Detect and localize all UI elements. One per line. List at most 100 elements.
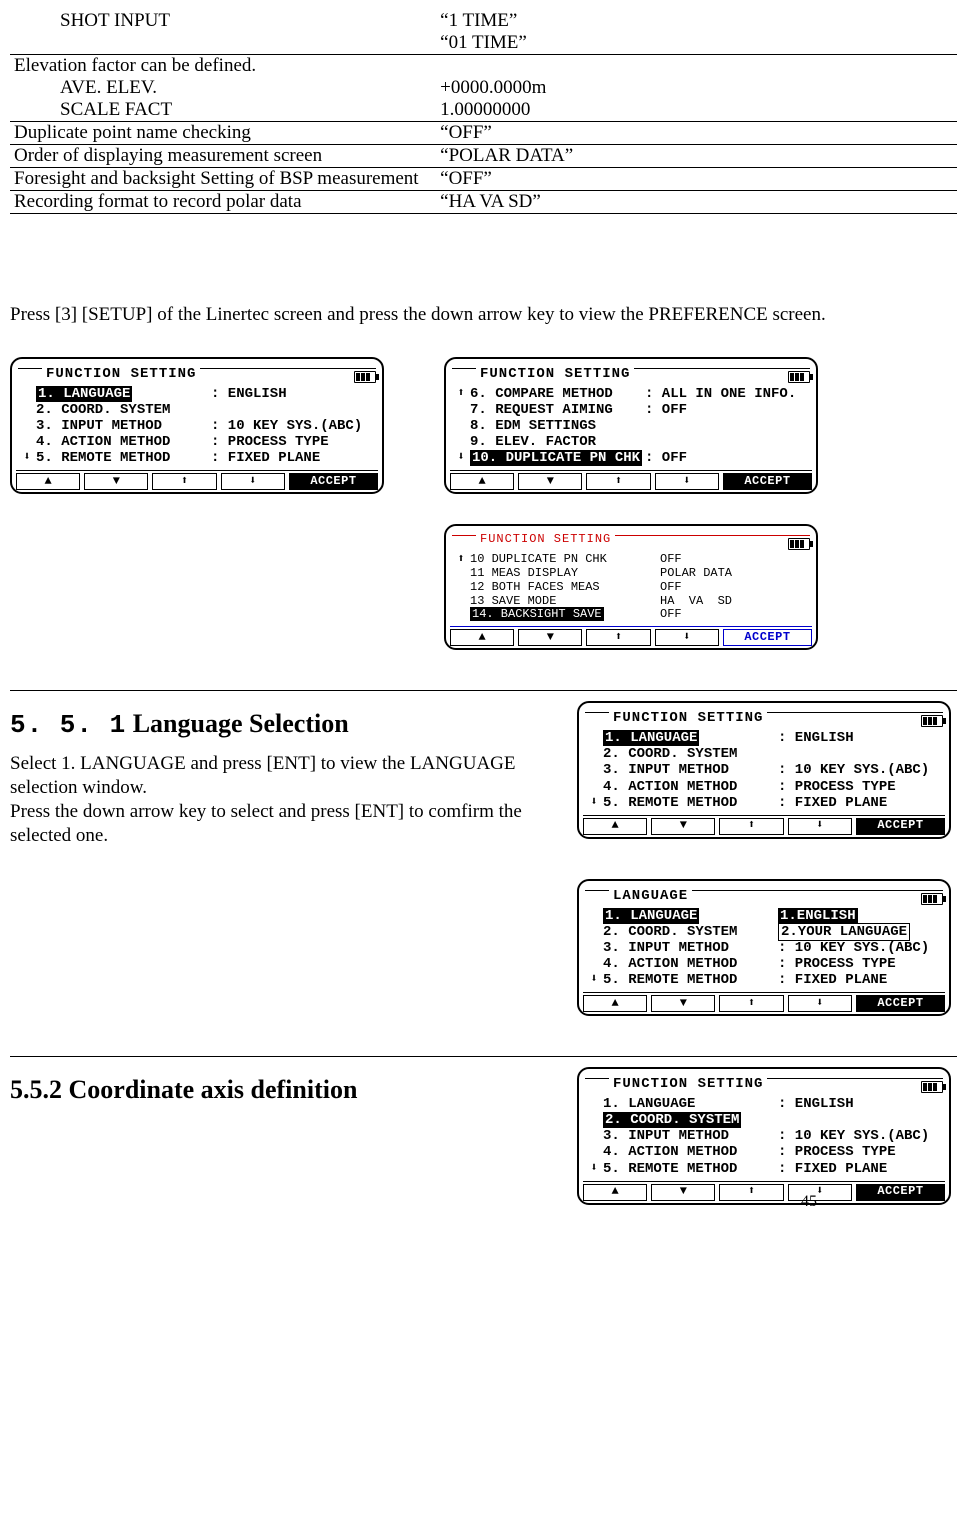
cell: SHOT INPUT bbox=[60, 10, 170, 31]
screens-row: FUNCTION SETTING1. LANGUAGE: ENGLISH2. C… bbox=[10, 357, 957, 650]
fkey-up-icon[interactable]: ▲ bbox=[583, 818, 647, 835]
section-551-heading: 5. 5. 1 Language Selection bbox=[10, 709, 557, 740]
settings-table: SHOT INPUT “1 TIME” “01 TIME” Elevation … bbox=[10, 10, 957, 214]
fkey-down-icon[interactable]: ▼ bbox=[651, 818, 715, 835]
fkey-down-icon[interactable]: ▼ bbox=[651, 1184, 715, 1201]
battery-icon bbox=[788, 371, 810, 383]
screen-row: ⬇5. REMOTE METHOD: FIXED PLANE bbox=[585, 795, 943, 811]
cell: Foresight and backsight Setting of BSP m… bbox=[14, 168, 419, 189]
fkey-pagedown-icon[interactable]: ⬇ bbox=[221, 473, 285, 490]
cell: 1.00000000 bbox=[440, 99, 530, 120]
cell: Recording format to record polar data bbox=[14, 191, 302, 212]
screen-row: 1. LANGUAGE: ENGLISH bbox=[18, 386, 376, 402]
fkey-accept-button[interactable]: ACCEPT bbox=[723, 473, 812, 490]
fkey-accept-button[interactable]: ACCEPT bbox=[289, 473, 378, 490]
cell: “OFF” bbox=[440, 122, 492, 143]
page-number: 45 bbox=[801, 1193, 817, 1211]
screen-footer: ▲▼⬆ ⬇ACCEPT bbox=[583, 815, 945, 835]
screen-language-popup: LANGUAGE1. LANGUAGE1.ENGLISH2. COORD. SY… bbox=[577, 879, 951, 1016]
screen-row: 9. ELEV. FACTOR bbox=[452, 434, 810, 450]
fkey-pagedown-icon[interactable]: ⬇ bbox=[788, 1184, 852, 1201]
screen-function-setting-2: FUNCTION SETTING ⬆6. COMPARE METHOD: ALL … bbox=[444, 357, 818, 494]
cell: “1 TIME” bbox=[440, 10, 517, 31]
screen-title: FUNCTION SETTING bbox=[476, 366, 634, 382]
fkey-down-icon[interactable]: ▼ bbox=[518, 629, 582, 646]
scroll-icon: ⬇ bbox=[585, 1162, 603, 1176]
fkey-pagedown-icon[interactable]: ⬇ bbox=[788, 995, 852, 1012]
screen-footer: ▲▼⬆ ⬇ACCEPT bbox=[16, 470, 378, 490]
scroll-icon: ⬆ bbox=[452, 553, 470, 567]
screen-row: 3. INPUT METHOD: 10 KEY SYS.(ABC) bbox=[585, 762, 943, 778]
screen-row: ⬆6. COMPARE METHOD: ALL IN ONE INFO. bbox=[452, 386, 810, 402]
fkey-down-icon[interactable]: ▼ bbox=[84, 473, 148, 490]
screen-row: 3. INPUT METHOD: 10 KEY SYS.(ABC) bbox=[18, 418, 376, 434]
fkey-accept-button[interactable]: ACCEPT bbox=[856, 995, 945, 1012]
fkey-pageup-icon[interactable]: ⬆ bbox=[719, 818, 783, 835]
screen-row: 8. EDM SETTINGS bbox=[452, 418, 810, 434]
screen-row: ⬇5. REMOTE METHOD: FIXED PLANE bbox=[585, 972, 943, 988]
screen-row: 1. LANGUAGE: ENGLISH bbox=[585, 1096, 943, 1112]
scroll-icon: ⬆ bbox=[452, 387, 470, 401]
fkey-pagedown-icon[interactable]: ⬇ bbox=[655, 473, 719, 490]
cell: “01 TIME” bbox=[440, 32, 527, 53]
scroll-icon: ⬇ bbox=[452, 451, 470, 465]
screen-footer: ▲▼⬆ ⬇ACCEPT bbox=[450, 626, 812, 646]
screen-row: 1. LANGUAGE: ENGLISH bbox=[585, 730, 943, 746]
screen-row: 2. COORD. SYSTEM bbox=[585, 1112, 943, 1128]
screen-row: 2. COORD. SYSTEM bbox=[585, 746, 943, 762]
cell: Duplicate point name checking bbox=[14, 122, 251, 143]
fkey-pageup-icon[interactable]: ⬆ bbox=[586, 473, 650, 490]
screen-function-setting-1: FUNCTION SETTING1. LANGUAGE: ENGLISH2. C… bbox=[10, 357, 384, 494]
fkey-up-icon[interactable]: ▲ bbox=[583, 995, 647, 1012]
fkey-pageup-icon[interactable]: ⬆ bbox=[719, 995, 783, 1012]
battery-icon bbox=[921, 893, 943, 905]
cell: Elevation factor can be defined. bbox=[14, 55, 256, 76]
battery-icon bbox=[921, 715, 943, 727]
screen-row: ⬆10 DUPLICATE PN CHKOFF bbox=[452, 553, 810, 567]
fkey-accept-button[interactable]: ACCEPT bbox=[856, 818, 945, 835]
fkey-pagedown-icon[interactable]: ⬇ bbox=[655, 629, 719, 646]
screen-function-setting-3: FUNCTION SETTING⬆10 DUPLICATE PN CHKOFF1… bbox=[444, 524, 818, 650]
screen-row: ⬇5. REMOTE METHOD: FIXED PLANE bbox=[18, 450, 376, 466]
battery-icon bbox=[788, 538, 810, 550]
fkey-up-icon[interactable]: ▲ bbox=[16, 473, 80, 490]
fkey-down-icon[interactable]: ▼ bbox=[651, 995, 715, 1012]
screen-function-setting-1b: FUNCTION SETTING1. LANGUAGE: ENGLISH2. C… bbox=[577, 701, 951, 838]
screen-row: ⬇5. REMOTE METHOD: FIXED PLANE bbox=[585, 1161, 943, 1177]
fkey-pageup-icon[interactable]: ⬆ bbox=[152, 473, 216, 490]
screen-footer: ▲▼⬆ ⬇ACCEPT bbox=[450, 470, 812, 490]
cell: “OFF” bbox=[440, 168, 492, 189]
fkey-up-icon[interactable]: ▲ bbox=[450, 629, 514, 646]
screen-row: 7. REQUEST AIMING: OFF bbox=[452, 402, 810, 418]
fkey-down-icon[interactable]: ▼ bbox=[518, 473, 582, 490]
screen-footer: ▲▼⬆ ⬇ACCEPT bbox=[583, 1181, 945, 1201]
screen-coord-system: FUNCTION SETTING 1. LANGUAGE: ENGLISH2. C… bbox=[577, 1067, 951, 1204]
screen-row: 12 BOTH FACES MEASOFF bbox=[452, 581, 810, 595]
screen-row: 11 MEAS DISPLAYPOLAR DATA bbox=[452, 567, 810, 581]
cell: “HA VA SD” bbox=[440, 191, 541, 212]
screen-row: 1. LANGUAGE1.ENGLISH bbox=[585, 908, 943, 924]
fkey-up-icon[interactable]: ▲ bbox=[583, 1184, 647, 1201]
section-552-heading: 5.5.2 Coordinate axis definition bbox=[10, 1075, 557, 1105]
scroll-icon: ⬇ bbox=[18, 451, 36, 465]
screen-row: 4. ACTION METHOD: PROCESS TYPE bbox=[585, 1144, 943, 1160]
fkey-accept-button[interactable]: ACCEPT bbox=[723, 629, 812, 646]
fkey-up-icon[interactable]: ▲ bbox=[450, 473, 514, 490]
cell: AVE. ELEV. bbox=[60, 77, 157, 98]
fkey-pagedown-icon[interactable]: ⬇ bbox=[788, 818, 852, 835]
screen-row: 2. COORD. SYSTEM2.YOUR LANGUAGE bbox=[585, 924, 943, 940]
screen-title: FUNCTION SETTING bbox=[42, 366, 200, 382]
fkey-pageup-icon[interactable]: ⬆ bbox=[719, 1184, 783, 1201]
cell: +0000.0000m bbox=[440, 77, 546, 98]
screen-row: ⬇10. DUPLICATE PN CHK: OFF bbox=[452, 450, 810, 466]
fkey-pageup-icon[interactable]: ⬆ bbox=[586, 629, 650, 646]
screen-title: FUNCTION SETTING bbox=[609, 1076, 767, 1092]
screen-row: 13 SAVE MODEHA VA SD bbox=[452, 595, 810, 609]
cell: Order of displaying measurement screen bbox=[14, 145, 322, 166]
screen-footer: ▲▼⬆ ⬇ACCEPT bbox=[583, 992, 945, 1012]
fkey-accept-button[interactable]: ACCEPT bbox=[856, 1184, 945, 1201]
instruction-paragraph: Press [3] [SETUP] of the Linertec screen… bbox=[10, 304, 957, 327]
battery-icon bbox=[354, 371, 376, 383]
cell: “POLAR DATA” bbox=[440, 145, 573, 166]
screen-row: 3. INPUT METHOD: 10 KEY SYS.(ABC) bbox=[585, 940, 943, 956]
